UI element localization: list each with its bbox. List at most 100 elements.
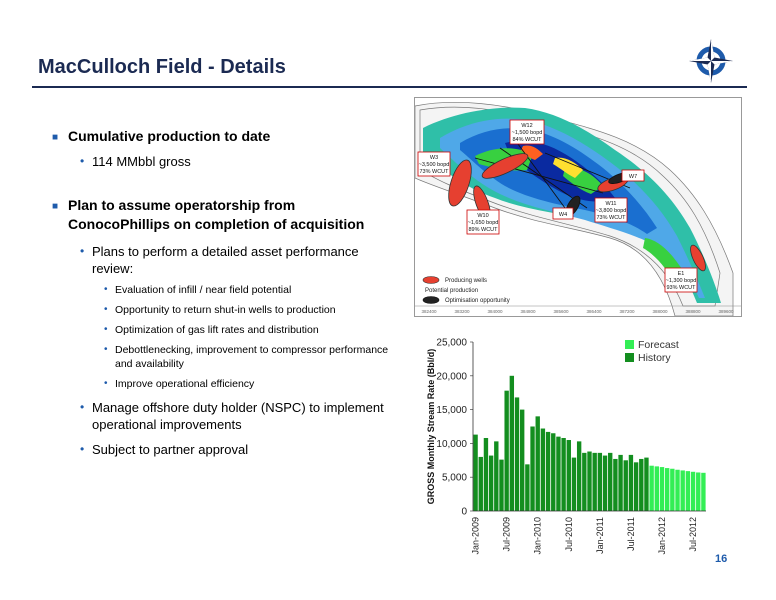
legend-swatch [625,353,634,362]
forecast-bar [675,469,680,511]
x-tick-label: Jul-2011 [626,517,636,551]
well-w12-label-2: ~1,500 bopd [512,130,543,136]
well-w11-label-2: ~3,800 bopd [596,208,627,214]
well-w12-label-3: 84% WCUT [512,137,542,143]
map-x-tick: 387200 [619,309,635,314]
well-w11-label-3: 73% WCUT [596,215,626,221]
review-item: • Opportunity to return shut-in wells to … [104,304,336,316]
map-x-tick: 389600 [718,309,734,314]
well-w12-label-1: W12 [521,123,532,129]
history-bar [633,462,639,511]
well-w10-label-3: 89% WCUT [468,227,498,233]
well-w3-label-2: ~3,500 bopd [419,162,450,168]
history-bar [478,456,483,511]
review-item: • Optimization of gas lift rates and dist… [104,324,319,336]
history-bar [571,457,577,511]
slide-number: 16 [715,553,728,565]
history-bar [561,437,566,511]
well-w11-label-1: W11 [606,201,617,207]
legend-label: Forecast [638,339,679,351]
forecast-bar [685,471,691,511]
history-bar [535,416,540,511]
history-bar [494,441,499,511]
well-w3-label-1: W3 [430,155,438,161]
review-item: • Evaluation of infill / near field poten… [104,284,292,296]
legend-swatch [625,340,634,349]
x-tick-label: Jul-2012 [688,517,698,552]
bullet-list: ■ Cumulative production to date • 114 MMbb… [52,127,392,458]
history-bar [483,437,489,511]
history-bar [520,409,525,511]
y-tick-label: 20,000 [436,371,467,382]
map-legend-potential-1: Potential production [425,288,478,294]
y-tick-label: 15,000 [436,405,467,416]
map-x-tick: 383200 [454,309,470,314]
forecast-bar [690,471,696,511]
production-chart: 25,000 20,000 15,000 10,000 5,000 0 Jan-2009 Ju… [412,330,742,582]
x-tick-label: Jan-2009 [471,517,481,555]
history-bar [618,454,623,511]
map-x-tick: 384800 [520,309,536,314]
history-bar [623,460,628,511]
history-bar [608,452,613,511]
bullet-review: • Plans to perform a detailed asset perfo… [80,244,359,276]
well-w10-label-2: ~1,650 bopd [468,220,499,226]
history-bar [556,436,561,511]
history-bar [514,397,520,511]
x-tick-label: Jan-2011 [595,517,605,554]
map-legend-producing: Producing wells [445,278,487,284]
forecast-bar [701,472,706,511]
forecast-bar [654,466,659,511]
forecast-bar [659,467,665,511]
x-tick-label: Jul-2010 [564,517,574,552]
forecast-bar [680,470,685,511]
bullet-cumulative-value: • 114 MMbbl gross [80,154,191,169]
history-bar [644,457,649,511]
bullet-cumulative: ■ Cumulative production to date [52,128,271,144]
field-map: W12 ~1,500 bopd 84% WCUT W3 ~3,500 bopd … [414,97,742,317]
legend-label: History [638,352,671,364]
bullet-partner: • Subject to partner approval [80,442,249,457]
history-bar [530,426,535,511]
history-bar [525,464,530,511]
title-divider [32,86,747,88]
history-bar [499,459,504,511]
map-x-tick: 384000 [487,309,503,314]
history-bar [545,431,551,511]
slide-title: MacCulloch Field - Details [38,56,286,78]
history-bar [551,433,556,511]
production-chart-svg: 25,000 20,000 15,000 10,000 5,000 0 Jan-2009 Ju… [426,338,706,555]
x-tick-label: Jan-2010 [533,517,543,555]
history-bar [597,452,603,511]
forecast-bar [696,472,701,511]
history-bar [566,440,571,511]
well-w7-label: W7 [629,174,637,180]
history-bar [613,458,618,511]
well-w4-label: W4 [559,212,567,218]
map-x-tick: 385600 [553,309,569,314]
history-bar [488,455,494,511]
review-item: • Improve operational efficiency [104,378,255,390]
history-bar [540,428,546,511]
y-tick-label: 10,000 [436,439,467,450]
field-map-graphic: W12 ~1,500 bopd 84% WCUT W3 ~3,500 bopd … [415,102,741,316]
history-bar [473,434,478,511]
x-tick-label: Jan-2012 [657,517,667,555]
well-w10-label-1: W10 [477,213,488,219]
history-bar [576,441,582,511]
bullet-plan: ■ Plan to assume operatorship from Conoco… [52,197,365,232]
history-bar [628,454,634,511]
history-bar [639,458,644,511]
y-axis-label: GROSS Monthly Stream Rate (Bbl/d) [426,349,436,505]
y-tick-label: 25,000 [436,338,467,349]
history-bar [582,452,587,511]
x-tick-label: Jul-2009 [502,517,512,552]
forecast-bar [649,465,654,511]
well-e1-label-1: E1 [678,271,685,277]
forecast-bar [670,468,675,511]
map-x-tick: 388000 [652,309,668,314]
history-bar [504,390,509,511]
map-legend-potential-2: Optimisation opportunity [445,298,510,304]
history-bar [587,451,592,511]
history-bar [509,375,515,511]
